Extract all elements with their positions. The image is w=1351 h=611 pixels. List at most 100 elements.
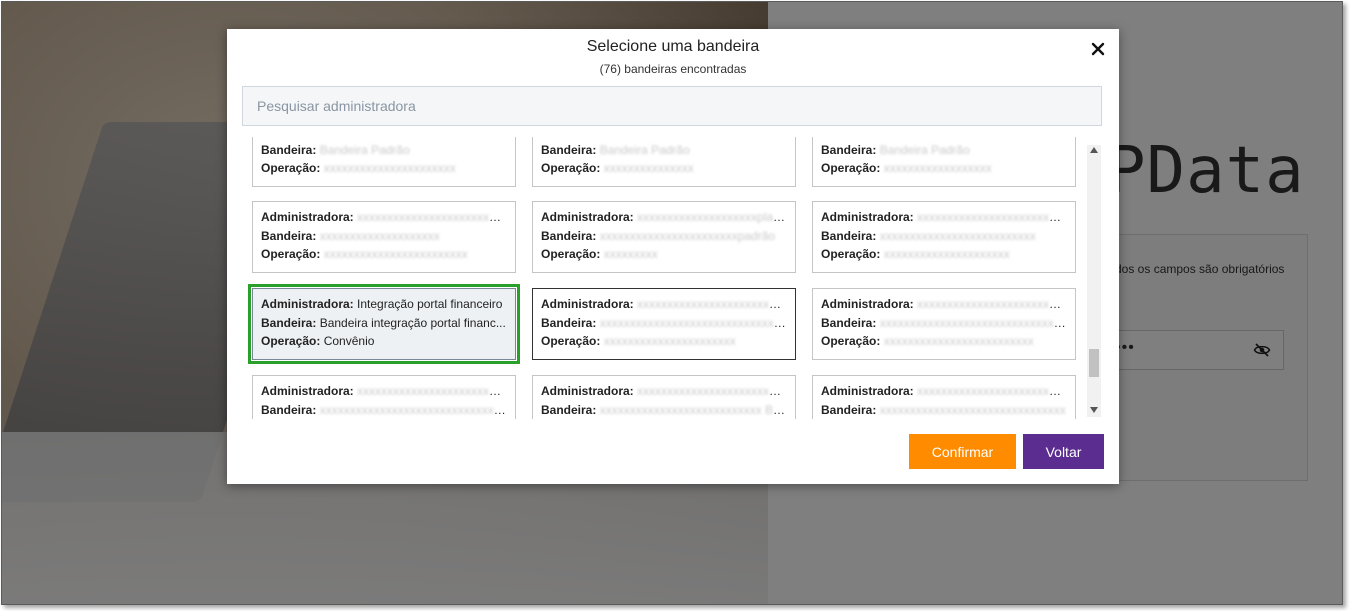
card-bandeira-value: xxxxxxxxxxxxxxxxxxxxxxxpadrão bbox=[599, 228, 776, 243]
bandeira-card[interactable]: Administradora: Bandeira: Bandeira Padrã… bbox=[532, 137, 796, 187]
card-bandeira-value: xxxxxxxxxxxxxxxxxxxxxxxxxxxxxxxxxxxxxxxx bbox=[599, 315, 787, 330]
card-bandeira-value: xxxxxxxxxxxxxxxxxxxxxxxxxxxxxxxxx bbox=[879, 315, 1067, 330]
card-bandeira-value: xxxxxxxxxxxxxxxxxxxxxxxxxx bbox=[879, 228, 1036, 243]
card-operacao-label: Operação: bbox=[541, 247, 601, 261]
card-admin-label: Administradora: bbox=[261, 384, 354, 398]
card-operacao-value: xxxxxxxxxxxxxxx bbox=[603, 161, 694, 175]
bandeira-card[interactable]: Administradora: xxxxxxxxxxxxxxxxxxxxxxxx… bbox=[252, 375, 516, 419]
bandeira-card[interactable]: Administradora: xxxxxxxxxxxxxxxxxxxxxxxx… bbox=[812, 201, 1076, 273]
card-operacao-line: Operação: xxxxxxxxxxxxxxxxxxxxxxxxx bbox=[821, 332, 1067, 351]
card-bandeira-label: Bandeira: bbox=[821, 142, 877, 157]
scroll-thumb[interactable] bbox=[1089, 349, 1099, 377]
card-admin-value: xxxxxxxxxxxxxxxxxxxxxxxxxxxxxx bbox=[357, 384, 507, 398]
card-bandeira-line: Bandeira: Bandeira integração portal fin… bbox=[261, 314, 507, 333]
card-bandeira-label: Bandeira: bbox=[541, 402, 597, 417]
card-admin-line: Administradora: xxxxxxxxxxxxxxxxxxxxxxxx… bbox=[541, 295, 787, 314]
card-operacao-line: Operação: xxxxxxxxxxxxxxx bbox=[541, 159, 787, 178]
card-operacao-value: xxxxxxxxxxxxxxxxxxxxx bbox=[883, 247, 1010, 261]
select-bandeira-modal: Selecione uma bandeira (76) bandeiras en… bbox=[227, 29, 1119, 484]
card-bandeira-line: Bandeira: xxxxxxxxxxxxxxxxxxxxxxxxxxxxxx… bbox=[541, 314, 787, 333]
card-bandeira-label: Bandeira: bbox=[261, 315, 317, 330]
card-operacao-line: Operação: xxxxxxxxx bbox=[541, 245, 787, 264]
card-admin-value: xxxxxxxxxxxxxxxxxxxxplataforma bbox=[637, 210, 787, 224]
list-scrollbar[interactable] bbox=[1087, 145, 1101, 417]
card-bandeira-value: xxxxxxxxxxxxxxxxxxxxxxxxxxxxxxx bbox=[879, 402, 1066, 417]
card-admin-value: xxxxxxxxxxxxxxxxxxxxxxxxxxxxxxxx bbox=[637, 384, 787, 398]
bandeira-card[interactable]: Administradora: xxxxxxxxxxxxxxxxxxxxxxxx… bbox=[252, 201, 516, 273]
card-bandeira-value: xxxxxxxxxxxxxxxxxxxxxxxxxxxxxfinanc... bbox=[319, 402, 507, 417]
card-operacao-label: Operação: bbox=[541, 334, 601, 348]
card-bandeira-line: Bandeira: Bandeira Padrão bbox=[821, 141, 1067, 160]
card-admin-label: Administradora: bbox=[821, 210, 914, 224]
card-admin-value: Integração portal financeiro bbox=[357, 297, 503, 311]
card-bandeira-label: Bandeira: bbox=[821, 402, 877, 417]
bandeira-card[interactable]: Administradora: Integração portal financ… bbox=[248, 284, 520, 364]
search-input[interactable] bbox=[242, 86, 1102, 126]
scroll-up-arrow-icon[interactable] bbox=[1090, 147, 1098, 153]
card-operacao-value: xxxxxxxxxxxxxxxxxxxxxx bbox=[603, 334, 736, 348]
card-operacao-line: Operação: Convênio bbox=[261, 332, 507, 351]
card-bandeira-label: Bandeira: bbox=[261, 142, 317, 157]
card-operacao-value: xxxxxxxxx bbox=[603, 247, 658, 261]
card-operacao-label: Operação: bbox=[261, 161, 321, 175]
card-bandeira-line: Bandeira: xxxxxxxxxxxxxxxxxxxxxxxxxxxxxx… bbox=[821, 314, 1067, 333]
card-bandeira-line: Bandeira: Bandeira Padrão bbox=[261, 141, 507, 160]
app-window: PData dos os campos são obrigatórios •••… bbox=[1, 1, 1343, 605]
bandeira-card[interactable]: Administradora: Bandeira: Bandeira Padrã… bbox=[252, 137, 516, 187]
card-bandeira-label: Bandeira: bbox=[541, 142, 597, 157]
card-operacao-line: Operação: xxxxxxxxxxxxxxxxxxxxxx bbox=[261, 159, 507, 178]
close-icon[interactable] bbox=[1089, 40, 1107, 58]
confirm-button[interactable]: Confirmar bbox=[909, 434, 1016, 469]
bandeira-card[interactable]: Administradora: xxxxxxxxxxxxxxxxxxxxplat… bbox=[532, 201, 796, 273]
modal-subtitle: (76) bandeiras encontradas bbox=[599, 62, 747, 76]
bandeira-card[interactable]: Administradora: xxxxxxxxxxxxxxxxxxxxxxxx… bbox=[812, 288, 1076, 360]
bandeira-card[interactable]: Administradora: xxxxxxxxxxxxxxxxxxxxxxxx… bbox=[812, 375, 1076, 419]
card-bandeira-line: Bandeira: Bandeira Padrão bbox=[541, 141, 787, 160]
card-admin-line: Administradora: xxxxxxxxxxxxxxxxxxxxxxxx… bbox=[261, 382, 507, 401]
card-admin-label: Administradora: bbox=[261, 297, 354, 311]
card-operacao-value: xxxxxxxxxxxxxxxxxx bbox=[883, 161, 992, 175]
card-bandeira-value: Bandeira Padrão bbox=[599, 142, 690, 157]
card-bandeira-label: Bandeira: bbox=[541, 228, 597, 243]
card-bandeira-value: Bandeira Padrão bbox=[319, 142, 410, 157]
card-bandeira-value: Bandeira Padrão bbox=[879, 142, 970, 157]
card-admin-label: Administradora: bbox=[821, 137, 914, 138]
card-operacao-line: Operação: xxxxxxxxxxxxxxxxxxxxx bbox=[821, 245, 1067, 264]
card-bandeira-label: Bandeira: bbox=[541, 315, 597, 330]
card-admin-label: Administradora: bbox=[821, 297, 914, 311]
card-operacao-label: Operação: bbox=[261, 334, 321, 348]
card-admin-label: Administradora: bbox=[541, 297, 634, 311]
card-operacao-label: Operação: bbox=[821, 161, 881, 175]
card-admin-label: Administradora: bbox=[541, 384, 634, 398]
card-admin-label: Administradora: bbox=[261, 137, 354, 138]
card-bandeira-label: Bandeira: bbox=[261, 228, 317, 243]
bandeira-card[interactable]: Administradora: xxxxxxxxxxxxxxxxxxxxxxxx… bbox=[532, 375, 796, 419]
card-operacao-value: Convênio bbox=[323, 334, 375, 348]
card-bandeira-label: Bandeira: bbox=[261, 402, 317, 417]
bandeira-card[interactable]: Administradora: xxxxxxxxxxxxxxxxxxxxxxxx… bbox=[532, 288, 796, 360]
bandeira-list[interactable]: Administradora: Bandeira: Bandeira Padrã… bbox=[242, 137, 1102, 419]
card-admin-line: Administradora: xxxxxxxxxxxxxxxxxxxxplat… bbox=[541, 208, 787, 227]
card-admin-value: xxxxxxxxxxxxxxxxxxxxxxxxxxxxxxx bbox=[917, 210, 1067, 224]
scroll-down-arrow-icon[interactable] bbox=[1090, 407, 1098, 413]
card-admin-value: xxxxxxxxxxxxxxxxxxxxxxxxxxxxxx bbox=[917, 384, 1067, 398]
card-admin-label: Administradora: bbox=[821, 384, 914, 398]
card-operacao-line: Operação: xxxxxxxxxxxxxxxxxx bbox=[821, 159, 1067, 178]
bandeira-card[interactable]: Administradora: Bandeira: Bandeira Padrã… bbox=[812, 137, 1076, 187]
card-operacao-label: Operação: bbox=[821, 247, 881, 261]
card-bandeira-value: xxxxxxxxxxxxxxxxxxxxxxxxxxx Ba... bbox=[599, 402, 787, 417]
card-operacao-value: xxxxxxxxxxxxxxxxxxxxxxxxx bbox=[883, 334, 1034, 348]
card-operacao-line: Operação: xxxxxxxxxxxxxxxxxxxxxxxx bbox=[261, 245, 507, 264]
card-admin-line: Administradora: xxxxxxxxxxxxxxxxxxxxxxxx… bbox=[821, 208, 1067, 227]
card-operacao-value: xxxxxxxxxxxxxxxxxxxxxxxx bbox=[323, 247, 468, 261]
modal-title: Selecione uma bandeira bbox=[586, 38, 760, 55]
card-bandeira-line: Bandeira: xxxxxxxxxxxxxxxxxxxxxxxxxx bbox=[821, 227, 1067, 246]
card-admin-label: Administradora: bbox=[261, 210, 354, 224]
card-bandeira-line: Bandeira: xxxxxxxxxxxxxxxxxxxxxxxxxxxxxf… bbox=[261, 401, 507, 420]
card-operacao-label: Operação: bbox=[261, 247, 321, 261]
card-bandeira-value: xxxxxxxxxxxxxxxxxxxx bbox=[319, 228, 440, 243]
card-bandeira-value: Bandeira integração portal financ... bbox=[319, 315, 506, 330]
card-admin-value: xxxxxxxxxxxxxxxxxxxxxxxxfinanceiro bbox=[917, 297, 1067, 311]
back-button[interactable]: Voltar bbox=[1023, 434, 1104, 469]
card-bandeira-label: Bandeira: bbox=[821, 315, 877, 330]
